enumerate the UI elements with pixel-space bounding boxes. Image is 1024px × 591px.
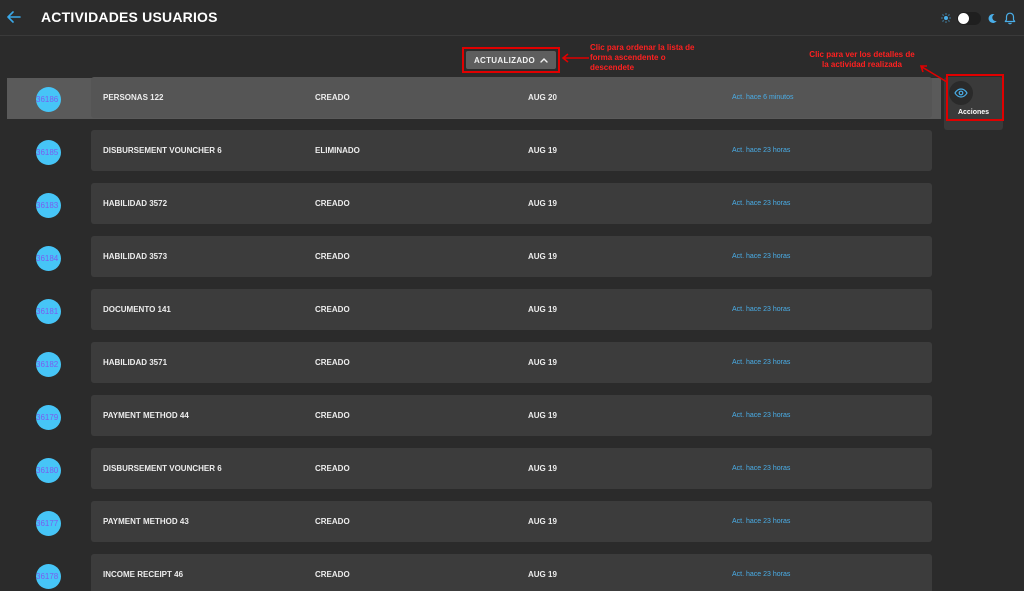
avatar: 36177 (36, 511, 61, 536)
activity-action: CREADO (315, 252, 350, 261)
activity-card[interactable]: DISBURSEMENT VOUNCHER 6 CREADO AUG 19 Ac… (91, 448, 932, 489)
theme-toggle[interactable] (957, 11, 981, 25)
actions-annotation-note: Clic para ver los detalles de la activid… (809, 50, 915, 69)
avatar: 36182 (36, 352, 61, 377)
list-item: 36185 DISBURSEMENT VOUNCHER 6 ELIMINADO … (0, 130, 940, 172)
activity-card[interactable]: HABILIDAD 3572 CREADO AUG 19 Act. hace 2… (91, 183, 932, 224)
activity-updated-ago: Act. hace 23 horas (732, 465, 791, 472)
sort-label: ACTUALIZADO (473, 55, 536, 65)
activity-name: DISBURSEMENT VOUNCHER 6 (103, 464, 222, 473)
activity-card[interactable]: HABILIDAD 3571 CREADO AUG 19 Act. hace 2… (91, 342, 932, 383)
bell-icon[interactable] (1004, 12, 1016, 25)
list-item: 36186 PERSONAS 122 CREADO AUG 20 Act. ha… (0, 77, 941, 119)
activity-date: AUG 20 (528, 93, 557, 102)
avatar: 36186 (36, 87, 61, 112)
toggle-knob (958, 12, 969, 24)
activity-card[interactable]: DOCUMENTO 141 CREADO AUG 19 Act. hace 23… (91, 289, 932, 330)
activity-action: CREADO (315, 517, 350, 526)
activity-updated-ago: Act. hace 23 horas (732, 518, 791, 525)
activity-name: PERSONAS 122 (103, 93, 164, 102)
activity-action: CREADO (315, 358, 350, 367)
activity-name: INCOME RECEIPT 46 (103, 570, 184, 579)
activity-date: AUG 19 (528, 570, 557, 579)
activity-name: HABILIDAD 3571 (103, 358, 168, 367)
avatar: 36178 (36, 564, 61, 589)
activity-date: AUG 19 (528, 199, 557, 208)
arrow-annotation-icon (919, 65, 948, 83)
activity-updated-ago: Act. hace 23 horas (732, 147, 791, 154)
activity-updated-ago: Act. hace 23 horas (732, 359, 791, 366)
activity-date: AUG 19 (528, 305, 557, 314)
header-controls (941, 10, 1016, 26)
avatar: 36181 (36, 299, 61, 324)
activity-action: CREADO (315, 93, 350, 102)
activity-updated-ago: Act. hace 23 horas (732, 412, 791, 419)
eye-icon (954, 88, 968, 98)
sort-updated-button[interactable]: ACTUALIZADO (466, 51, 556, 69)
activity-card[interactable]: PAYMENT METHOD 44 CREADO AUG 19 Act. hac… (91, 395, 932, 436)
activity-card[interactable]: DISBURSEMENT VOUNCHER 6 ELIMINADO AUG 19… (91, 130, 932, 171)
activity-name: DOCUMENTO 141 (103, 305, 171, 314)
activity-updated-ago: Act. hace 23 horas (732, 571, 791, 578)
list-item: 36178 INCOME RECEIPT 46 CREADO AUG 19 Ac… (0, 554, 940, 591)
sun-icon (941, 13, 951, 23)
activity-action: CREADO (315, 570, 350, 579)
activity-updated-ago: Act. hace 23 horas (732, 253, 791, 260)
avatar: 36183 (36, 193, 61, 218)
list-item: 36182 HABILIDAD 3571 CREADO AUG 19 Act. … (0, 342, 940, 384)
activity-action: CREADO (315, 305, 350, 314)
avatar: 36184 (36, 246, 61, 271)
activity-card[interactable]: INCOME RECEIPT 46 CREADO AUG 19 Act. hac… (91, 554, 932, 591)
chevron-up-icon (540, 58, 548, 63)
avatar: 36185 (36, 140, 61, 165)
activity-card[interactable]: HABILIDAD 3573 CREADO AUG 19 Act. hace 2… (91, 236, 932, 277)
view-details-button[interactable] (949, 81, 973, 105)
actions-label: Acciones (957, 109, 990, 116)
activity-date: AUG 19 (528, 464, 557, 473)
activity-name: DISBURSEMENT VOUNCHER 6 (103, 146, 222, 155)
activity-updated-ago: Act. hace 23 horas (732, 200, 791, 207)
activity-card[interactable]: PAYMENT METHOD 43 CREADO AUG 19 Act. hac… (91, 501, 932, 542)
app-header: ACTIVIDADES USUARIOS (0, 0, 1024, 36)
activity-date: AUG 19 (528, 252, 557, 261)
actions-panel[interactable]: Acciones (944, 77, 1003, 130)
avatar: 36179 (36, 405, 61, 430)
activity-updated-ago: Act. hace 6 minutos (732, 94, 794, 101)
activity-name: HABILIDAD 3572 (103, 199, 168, 208)
list-item: 36181 DOCUMENTO 141 CREADO AUG 19 Act. h… (0, 289, 940, 331)
back-button[interactable] (6, 8, 22, 26)
activity-card[interactable]: PERSONAS 122 CREADO AUG 20 Act. hace 6 m… (91, 77, 932, 118)
activity-action: CREADO (315, 411, 350, 420)
activity-date: AUG 19 (528, 517, 557, 526)
avatar: 36180 (36, 458, 61, 483)
activity-date: AUG 19 (528, 358, 557, 367)
page-title: ACTIVIDADES USUARIOS (41, 9, 218, 25)
activity-name: HABILIDAD 3573 (103, 252, 168, 261)
activity-action: ELIMINADO (315, 146, 360, 155)
arrow-left-icon (7, 11, 21, 23)
list-item: 36177 PAYMENT METHOD 43 CREADO AUG 19 Ac… (0, 501, 940, 543)
list-item: 36183 HABILIDAD 3572 CREADO AUG 19 Act. … (0, 183, 940, 225)
activity-name: PAYMENT METHOD 43 (103, 517, 189, 526)
list-item: 36180 DISBURSEMENT VOUNCHER 6 CREADO AUG… (0, 448, 940, 490)
activity-name: PAYMENT METHOD 44 (103, 411, 189, 420)
activity-action: CREADO (315, 464, 350, 473)
activity-date: AUG 19 (528, 411, 557, 420)
moon-icon (988, 13, 997, 23)
arrow-annotation-icon (561, 53, 589, 63)
list-item: 36184 HABILIDAD 3573 CREADO AUG 19 Act. … (0, 236, 940, 278)
activity-date: AUG 19 (528, 146, 557, 155)
activity-updated-ago: Act. hace 23 horas (732, 306, 791, 313)
sort-annotation-note: Clic para ordenar la lista de forma asce… (590, 43, 695, 72)
list-item: 36179 PAYMENT METHOD 44 CREADO AUG 19 Ac… (0, 395, 940, 437)
activity-action: CREADO (315, 199, 350, 208)
